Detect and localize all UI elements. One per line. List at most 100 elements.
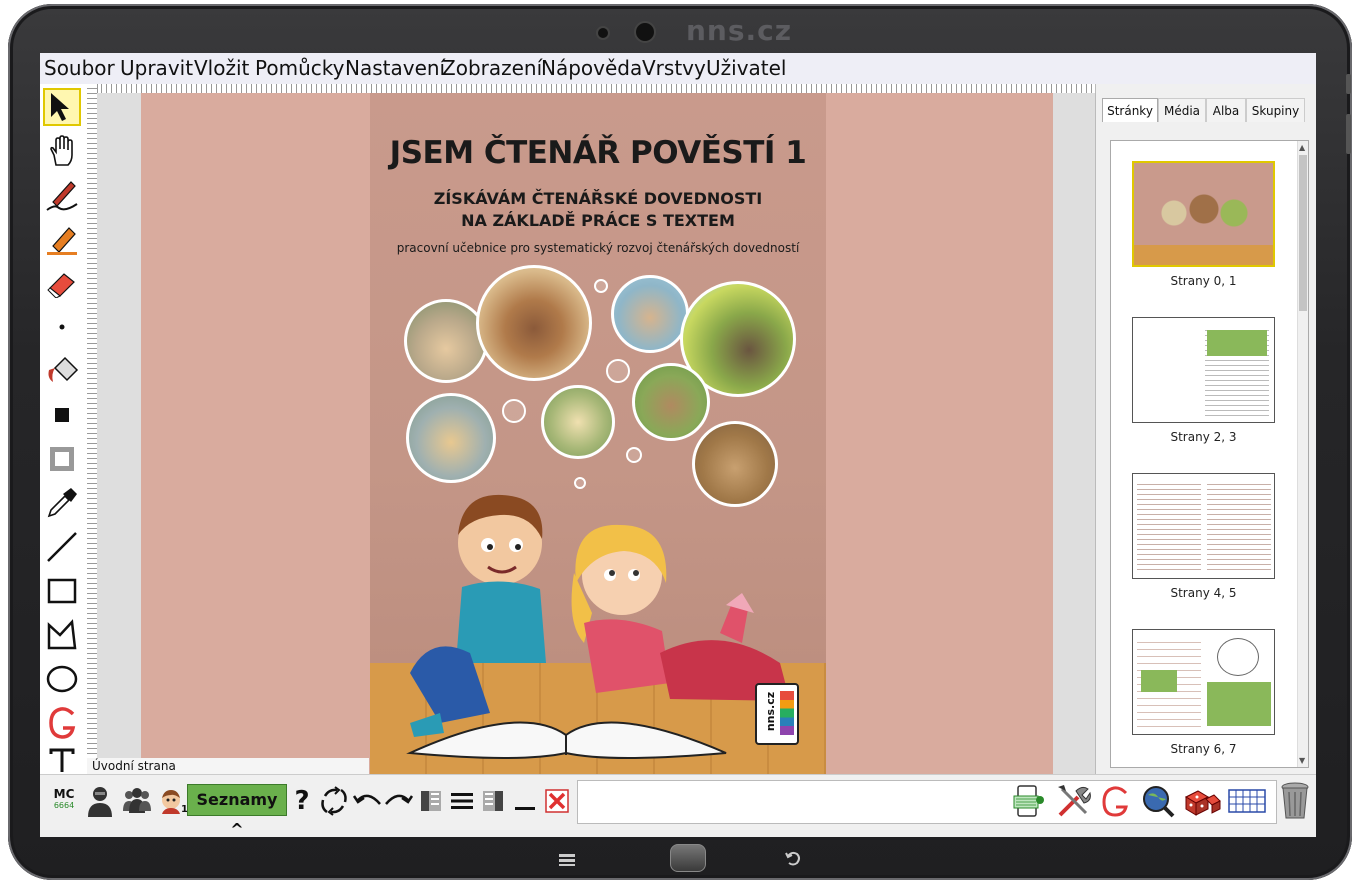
thought-bubble-dot: [606, 359, 630, 383]
bottom-toolbar: MC 6664 1 Seznamy ^ ?: [40, 774, 1316, 837]
thumbnail-pages-2-3[interactable]: [1132, 317, 1275, 423]
tab-media[interactable]: Média: [1158, 98, 1206, 122]
illustration-bubble: [611, 275, 689, 353]
menu-soubor[interactable]: Soubor: [44, 56, 115, 80]
highlighter-tool[interactable]: [43, 220, 81, 258]
refresh-icon[interactable]: [318, 783, 350, 819]
menu-upravit[interactable]: Upravit: [120, 56, 193, 80]
text-tool[interactable]: [43, 746, 81, 772]
fill-bucket-tool[interactable]: [43, 352, 81, 390]
rectangle-tool[interactable]: [43, 572, 81, 610]
document-page[interactable]: JSEM ČTENÁŘ POVĚSTÍ 1 ZÍSKÁVÁM ČTENÁŘSKÉ…: [141, 93, 1053, 774]
next-page-icon[interactable]: [480, 783, 506, 819]
geogebra-icon[interactable]: [1098, 783, 1132, 819]
menu-pomucky[interactable]: Pomůcky: [255, 56, 344, 80]
page-thumbnails-list[interactable]: Strany 0, 1 Strany 2, 3 Strany 4, 5 Stra…: [1110, 140, 1309, 768]
page-menu-icon[interactable]: [448, 783, 476, 819]
scroll-down-arrow[interactable]: ▼: [1299, 756, 1305, 765]
tablet-side-button: [1346, 74, 1351, 94]
back-icon[interactable]: [784, 850, 802, 872]
menu-zobrazeni[interactable]: Zobrazení: [442, 56, 542, 80]
mc-version-badge[interactable]: MC 6664: [48, 787, 80, 821]
menu-nastaveni[interactable]: Nastavení: [345, 56, 445, 80]
recent-apps-icon[interactable]: [558, 852, 576, 871]
user-teacher-icon[interactable]: [84, 783, 116, 819]
menu-vlozit[interactable]: Vložit: [194, 56, 249, 80]
publisher-logo-text: nns.cz: [764, 691, 778, 732]
tablet-volume-button: [1346, 114, 1351, 154]
menu-napoveda[interactable]: Nápověda: [541, 56, 642, 80]
keyboard-icon[interactable]: [1228, 783, 1266, 819]
help-icon[interactable]: ?: [289, 783, 315, 819]
tab-albums[interactable]: Alba: [1206, 98, 1246, 122]
thought-bubble-dot: [594, 279, 608, 293]
border-color-tool[interactable]: [43, 440, 81, 478]
polygon-tool[interactable]: [43, 616, 81, 654]
thumbnail-pages-0-1[interactable]: [1132, 161, 1275, 267]
user-groups-icon[interactable]: [120, 783, 154, 819]
eraser-tool[interactable]: [43, 264, 81, 302]
thought-bubble-dot: [502, 399, 526, 423]
message-area: [577, 780, 1277, 824]
tools-toolbar: [40, 84, 88, 774]
redo-icon[interactable]: [384, 783, 414, 819]
eyedropper-tool[interactable]: [43, 484, 81, 522]
lists-button[interactable]: Seznamy ^: [187, 784, 287, 837]
thumbnail-diagram: [1217, 638, 1259, 676]
previous-page-icon[interactable]: [418, 783, 444, 819]
menu-uzivatel[interactable]: Uživatel: [706, 56, 787, 80]
cover-subtitle: ZÍSKÁVÁM ČTENÁŘSKÉ DOVEDNOSTI NA ZÁKLADĚ…: [370, 188, 826, 232]
minimize-icon[interactable]: [512, 783, 538, 819]
logo-color-stripes: [780, 691, 794, 735]
fill-color-tool[interactable]: [43, 396, 81, 434]
trash-bin-icon[interactable]: [1278, 781, 1312, 821]
tab-groups[interactable]: Skupiny: [1246, 98, 1305, 122]
scroll-up-arrow[interactable]: ▲: [1299, 143, 1305, 152]
thumbnail-image: [1207, 682, 1271, 726]
dice-icon[interactable]: [1182, 783, 1222, 819]
menu-vrstvy[interactable]: Vrstvy: [642, 56, 706, 80]
virtual-keyboard-device-icon[interactable]: [1012, 783, 1046, 819]
pupil-avatar-icon[interactable]: 1: [156, 783, 188, 819]
page-name-label: Úvodní strana: [87, 758, 369, 774]
camera-sensor-icon: [596, 26, 610, 40]
select-arrow-tool[interactable]: [43, 88, 81, 126]
geogebra-icon[interactable]: [43, 704, 81, 742]
illustration-bubble: [541, 385, 615, 459]
thumbnail-label: Strany 2, 3: [1170, 430, 1237, 444]
point-size-tool[interactable]: [43, 308, 81, 346]
thumbnail-preview: [1134, 163, 1273, 265]
menu-bar: Soubor Upravit Vložit Pomůcky Nastavení …: [40, 53, 1316, 85]
close-app-icon[interactable]: [544, 783, 570, 819]
tab-pages[interactable]: Stránky: [1102, 98, 1158, 122]
pen-tool[interactable]: [43, 176, 81, 214]
app-window: Soubor Upravit Vložit Pomůcky Nastavení …: [40, 53, 1316, 837]
scroll-thumb[interactable]: [1299, 155, 1307, 311]
illustration-bubble: [404, 299, 488, 383]
search-globe-icon[interactable]: [1140, 783, 1176, 819]
ellipse-tool[interactable]: [43, 660, 81, 698]
illustration-bubble: [476, 265, 592, 381]
book-cover: JSEM ČTENÁŘ POVĚSTÍ 1 ZÍSKÁVÁM ČTENÁŘSKÉ…: [370, 93, 826, 774]
thought-bubble-dot: [626, 447, 642, 463]
side-panel: Stránky Média Alba Skupiny Strany 0, 1 S…: [1095, 84, 1316, 774]
home-button-icon[interactable]: [670, 844, 706, 872]
cover-tagline: pracovní učebnice pro systematický rozvo…: [396, 241, 800, 255]
tools-wrench-icon[interactable]: [1056, 783, 1092, 819]
workspace-canvas[interactable]: JSEM ČTENÁŘ POVĚSTÍ 1 ZÍSKÁVÁM ČTENÁŘSKÉ…: [97, 93, 1095, 774]
thumbnail-preview: [1137, 480, 1201, 572]
thumbnail-preview: [1207, 480, 1271, 572]
illustration-bubble: [632, 363, 710, 441]
undo-icon[interactable]: [352, 783, 382, 819]
thumbnail-floor: [1134, 245, 1273, 265]
thumbnails-scrollbar[interactable]: ▲ ▼: [1297, 141, 1308, 767]
hand-pan-tool[interactable]: [43, 132, 81, 170]
line-tool[interactable]: [43, 528, 81, 566]
thumbnail-pages-4-5[interactable]: [1132, 473, 1275, 579]
cover-subtitle-line2: NA ZÁKLADĚ PRÁCE S TEXTEM: [461, 211, 735, 230]
thumbnail-pages-6-7[interactable]: [1132, 629, 1275, 735]
thumbnail-image: [1207, 330, 1267, 356]
thumbnail-label: Strany 6, 7: [1170, 742, 1237, 756]
thumbnail-map: [1141, 670, 1177, 692]
cover-title: JSEM ČTENÁŘ POVĚSTÍ 1: [389, 135, 807, 171]
